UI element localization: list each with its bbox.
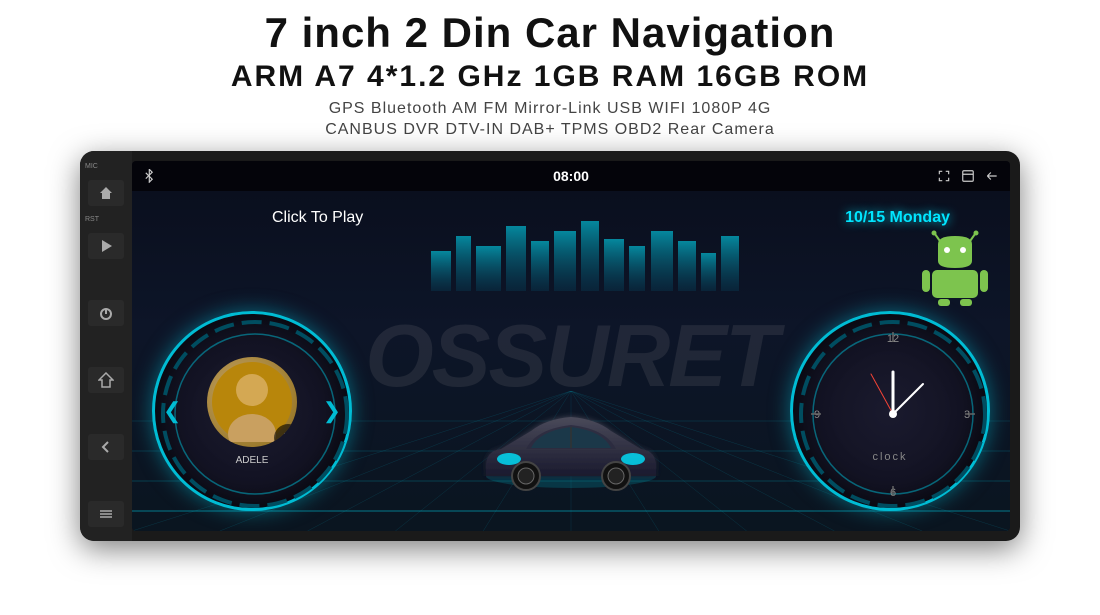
click-to-play[interactable]: Click To Play bbox=[272, 209, 363, 227]
device-container: MIC RST bbox=[60, 151, 1040, 541]
features-line2: CANBUS DVR DTV-IN DAB+ TPMS OBD2 Rear Ca… bbox=[0, 121, 1100, 139]
mic-label: MIC bbox=[80, 163, 98, 170]
back-icon-btn[interactable] bbox=[88, 434, 124, 460]
home-btn[interactable] bbox=[88, 180, 124, 206]
status-left bbox=[142, 169, 156, 183]
window-icon bbox=[960, 169, 976, 183]
back-arrow-icon bbox=[984, 169, 1000, 183]
screen-content: OSSURET bbox=[132, 191, 1010, 531]
play-overlay[interactable] bbox=[274, 424, 297, 447]
car-display bbox=[471, 391, 671, 501]
clock-outer: 12 3 6 9 bbox=[790, 311, 990, 511]
clock-label: clock bbox=[872, 451, 907, 463]
music-player: ❮ bbox=[152, 311, 352, 511]
spec-line: ARM A7 4*1.2 GHz 1GB RAM 16GB ROM bbox=[0, 60, 1100, 94]
bluetooth-icon bbox=[142, 169, 156, 183]
clock-display: 12 3 6 9 bbox=[790, 311, 990, 511]
cityscape bbox=[421, 211, 721, 291]
artist-name: ADELE bbox=[236, 455, 269, 466]
svg-text:9: 9 bbox=[814, 409, 820, 421]
status-right bbox=[936, 169, 1000, 183]
android-robot bbox=[920, 226, 990, 306]
play-btn[interactable] bbox=[88, 233, 124, 259]
page-wrapper: 7 inch 2 Din Car Navigation ARM A7 4*1.2… bbox=[0, 0, 1100, 615]
power-btn[interactable] bbox=[88, 300, 124, 326]
screen: 08:00 bbox=[132, 161, 1010, 531]
home-icon-btn[interactable] bbox=[88, 367, 124, 393]
device-outer: MIC RST bbox=[80, 151, 1020, 541]
menu-btn[interactable] bbox=[88, 501, 124, 527]
svg-text:3: 3 bbox=[964, 409, 970, 421]
prev-arrow[interactable]: ❮ bbox=[163, 398, 181, 424]
status-bar: 08:00 bbox=[132, 161, 1010, 191]
main-title: 7 inch 2 Din Car Navigation bbox=[0, 10, 1100, 56]
status-time: 08:00 bbox=[553, 168, 589, 184]
rst-label: RST bbox=[80, 216, 99, 223]
next-arrow[interactable]: ❯ bbox=[323, 398, 341, 424]
album-art bbox=[207, 357, 297, 447]
music-circle-outer: ❮ bbox=[152, 311, 352, 511]
date-display: 10/15 Monday bbox=[845, 209, 950, 227]
header-section: 7 inch 2 Din Car Navigation ARM A7 4*1.2… bbox=[0, 0, 1100, 139]
features-line1: GPS Bluetooth AM FM Mirror-Link USB WIFI… bbox=[0, 100, 1100, 118]
left-panel: MIC RST bbox=[80, 151, 132, 541]
expand-icon bbox=[936, 169, 952, 183]
